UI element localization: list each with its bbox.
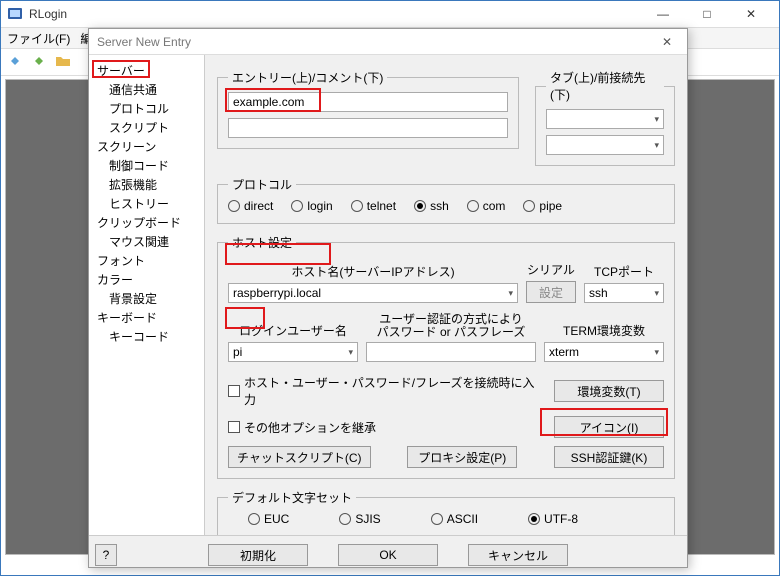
minimize-button[interactable]: — bbox=[641, 1, 685, 27]
proxy-button[interactable]: プロキシ設定(P) bbox=[407, 446, 517, 468]
main-titlebar[interactable]: RLogin — □ ✕ bbox=[1, 1, 779, 28]
tree-server[interactable]: サーバー bbox=[91, 61, 202, 80]
chevron-down-icon: ▾ bbox=[654, 140, 659, 151]
radio-direct[interactable]: direct bbox=[228, 199, 273, 213]
tree-clipboard[interactable]: クリップボード bbox=[91, 213, 202, 232]
tree-color[interactable]: カラー bbox=[91, 270, 202, 289]
init-button[interactable]: 初期化 bbox=[208, 544, 308, 566]
auth-label: ユーザー認証の方式によりパスワード or パスフレーズ bbox=[366, 313, 536, 339]
main-title-text: RLogin bbox=[29, 7, 641, 21]
radio-sjis[interactable]: SJIS bbox=[339, 512, 380, 526]
entry-fieldset: エントリー(上)/コメント(下) bbox=[217, 69, 519, 149]
tree-server-comm[interactable]: 通信共通 bbox=[91, 80, 202, 99]
host-fieldset: ホスト設定 ホスト名(サーバーIPアドレス) raspberrypi.local… bbox=[217, 234, 675, 479]
radio-pipe[interactable]: pipe bbox=[523, 199, 562, 213]
tree-keyboard-code[interactable]: キーコード bbox=[91, 327, 202, 346]
radio-login[interactable]: login bbox=[291, 199, 332, 213]
app-icon bbox=[7, 6, 23, 22]
plug-blue-icon[interactable] bbox=[7, 53, 25, 71]
serial-button: 設定 bbox=[526, 281, 576, 303]
host-legend: ホスト設定 bbox=[228, 234, 296, 251]
tcpport-label: TCPポート bbox=[584, 263, 664, 280]
plug-green-icon[interactable] bbox=[31, 53, 49, 71]
chk-connect-input[interactable]: ホスト・ユーザー・パスワード/フレーズを接続時に入力 bbox=[228, 374, 546, 408]
tree-screen-ext[interactable]: 拡張機能 bbox=[91, 175, 202, 194]
ok-button[interactable]: OK bbox=[338, 544, 438, 566]
chevron-down-icon: ▾ bbox=[348, 347, 353, 358]
radio-ascii[interactable]: ASCII bbox=[431, 512, 478, 526]
tab-fieldset: タブ(上)/前接続先(下) ▾ ▾ bbox=[535, 69, 675, 166]
folder-icon[interactable] bbox=[55, 53, 73, 71]
protocol-fieldset: プロトコル direct login telnet ssh com pipe bbox=[217, 176, 675, 224]
term-label: TERM環境変数 bbox=[544, 322, 664, 339]
window-controls: — □ ✕ bbox=[641, 1, 773, 27]
tree-screen[interactable]: スクリーン bbox=[91, 137, 202, 156]
radio-ssh[interactable]: ssh bbox=[414, 199, 449, 213]
dialog-close-button[interactable]: ✕ bbox=[655, 35, 679, 49]
chevron-down-icon: ▾ bbox=[654, 347, 659, 358]
tree-screen-control[interactable]: 制御コード bbox=[91, 156, 202, 175]
hostname-label: ホスト名(サーバーIPアドレス) bbox=[228, 263, 518, 280]
tree-keyboard[interactable]: キーボード bbox=[91, 308, 202, 327]
tree-server-protocol[interactable]: プロトコル bbox=[91, 99, 202, 118]
login-label: ログインユーザー名 bbox=[228, 322, 358, 339]
tree-clipboard-mouse[interactable]: マウス関連 bbox=[91, 232, 202, 251]
entry-name-input[interactable] bbox=[228, 92, 508, 112]
tree-font[interactable]: フォント bbox=[91, 251, 202, 270]
tree-color-bg[interactable]: 背景設定 bbox=[91, 289, 202, 308]
ssh-key-button[interactable]: SSH認証鍵(K) bbox=[554, 446, 664, 468]
radio-euc[interactable]: EUC bbox=[248, 512, 289, 526]
dialog-title: Server New Entry bbox=[97, 35, 655, 49]
cancel-button[interactable]: キャンセル bbox=[468, 544, 568, 566]
chevron-down-icon: ▾ bbox=[654, 288, 659, 299]
tcpport-combo[interactable]: ssh▾ bbox=[584, 283, 664, 303]
tab-legend: タブ(上)/前接続先(下) bbox=[546, 69, 664, 103]
tree-screen-history[interactable]: ヒストリー bbox=[91, 194, 202, 213]
chat-script-button[interactable]: チャットスクリプト(C) bbox=[228, 446, 371, 468]
tree-server-script[interactable]: スクリプト bbox=[91, 118, 202, 137]
tab-top-combo[interactable]: ▾ bbox=[546, 109, 664, 129]
charset-fieldset: デフォルト文字セット EUC SJIS ASCII UTF-8 bbox=[217, 489, 675, 535]
radio-com[interactable]: com bbox=[467, 199, 506, 213]
entry-legend: エントリー(上)/コメント(下) bbox=[228, 69, 387, 86]
tab-prev-combo[interactable]: ▾ bbox=[546, 135, 664, 155]
close-button[interactable]: ✕ bbox=[729, 1, 773, 27]
help-button[interactable]: ? bbox=[95, 544, 117, 566]
charset-legend: デフォルト文字セット bbox=[228, 489, 356, 506]
settings-panel: エントリー(上)/コメント(下) タブ(上)/前接続先(下) ▾ ▾ プロトコル… bbox=[205, 55, 687, 535]
dialog-footer: ? 初期化 OK キャンセル bbox=[89, 535, 687, 574]
chevron-down-icon: ▾ bbox=[654, 114, 659, 125]
icon-button[interactable]: アイコン(I) bbox=[554, 416, 664, 438]
term-combo[interactable]: xterm▾ bbox=[544, 342, 664, 362]
auth-input[interactable] bbox=[366, 342, 536, 362]
env-button[interactable]: 環境変数(T) bbox=[554, 380, 664, 402]
login-combo[interactable]: pi▾ bbox=[228, 342, 358, 362]
menu-file[interactable]: ファイル(F) bbox=[7, 30, 70, 46]
maximize-button[interactable]: □ bbox=[685, 1, 729, 27]
chk-inherit[interactable]: その他オプションを継承 bbox=[228, 419, 376, 436]
serial-label: シリアル bbox=[526, 261, 576, 278]
radio-telnet[interactable]: telnet bbox=[351, 199, 396, 213]
protocol-legend: プロトコル bbox=[228, 176, 296, 193]
radio-utf8[interactable]: UTF-8 bbox=[528, 512, 578, 526]
entry-comment-input[interactable] bbox=[228, 118, 508, 138]
hostname-combo[interactable]: raspberrypi.local▾ bbox=[228, 283, 518, 303]
chevron-down-icon: ▾ bbox=[508, 288, 513, 299]
settings-tree: サーバー 通信共通 プロトコル スクリプト スクリーン 制御コード 拡張機能 ヒ… bbox=[89, 55, 205, 535]
server-entry-dialog: Server New Entry ✕ サーバー 通信共通 プロトコル スクリプト… bbox=[88, 28, 688, 568]
dialog-titlebar[interactable]: Server New Entry ✕ bbox=[89, 29, 687, 55]
